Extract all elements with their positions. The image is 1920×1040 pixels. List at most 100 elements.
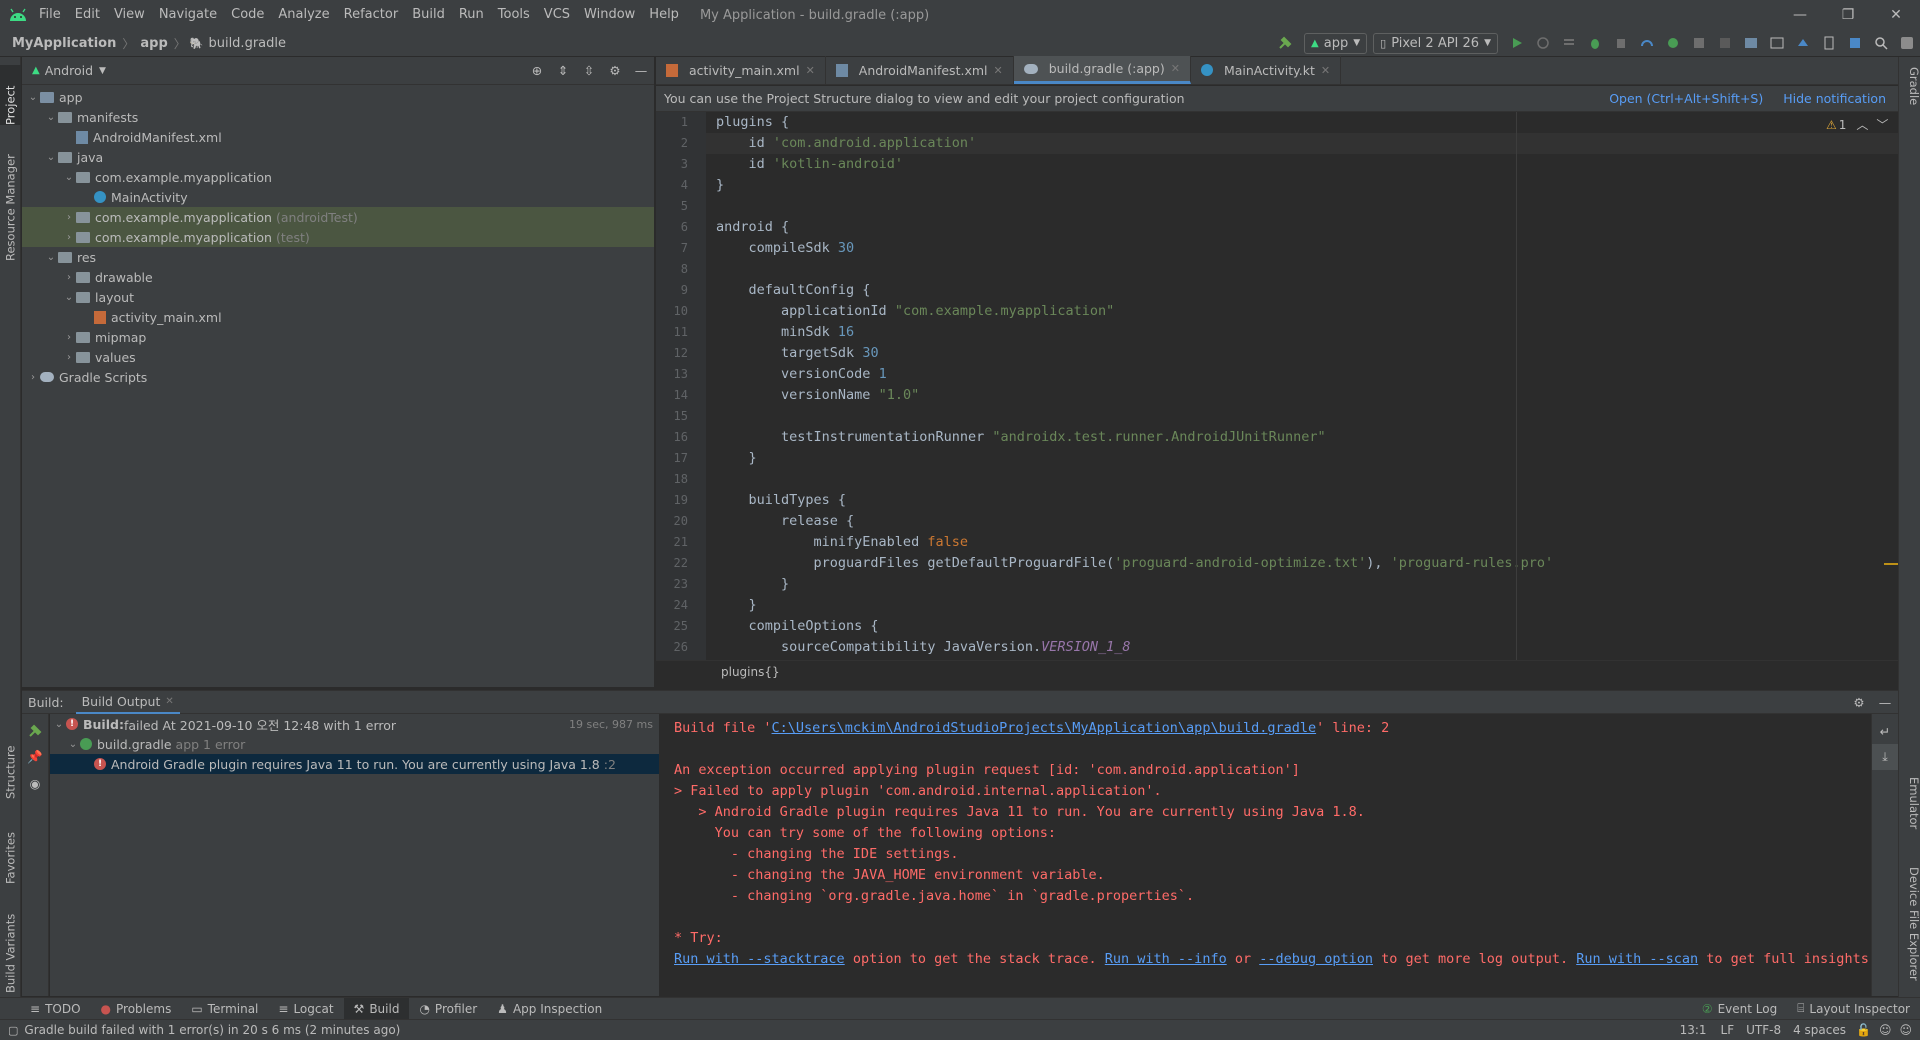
- feedback-face-icon[interactable]: ☺: [1899, 1023, 1912, 1037]
- menu-analyze[interactable]: Analyze: [271, 0, 336, 30]
- tool-tab-build-variants[interactable]: Build Variants: [0, 893, 21, 993]
- build-tree-item[interactable]: ! Android Gradle plugin requires Java 11 …: [50, 754, 659, 774]
- eye-icon[interactable]: ◉: [22, 770, 48, 796]
- apply-code-changes-icon[interactable]: [1556, 30, 1582, 56]
- editor-tab[interactable]: MainActivity.kt ✕: [1191, 56, 1342, 84]
- tool-tab-favorites[interactable]: Favorites: [0, 809, 21, 884]
- menu-help[interactable]: Help: [642, 0, 686, 30]
- tree-item[interactable]: activity_main.xml: [22, 307, 654, 327]
- chevron-down-icon[interactable]: ⌄: [62, 172, 76, 183]
- tree-item[interactable]: › com.example.myapplication (test): [22, 227, 654, 247]
- breadcrumb-module[interactable]: app: [138, 36, 169, 51]
- profile-icon[interactable]: [1634, 30, 1660, 56]
- output-link[interactable]: Run with --scan: [1576, 951, 1698, 967]
- menu-file[interactable]: File: [32, 0, 68, 30]
- tree-item[interactable]: MainActivity: [22, 187, 654, 207]
- search-icon[interactable]: [1868, 30, 1894, 56]
- hide-panel-icon[interactable]: —: [1872, 689, 1898, 715]
- inspection-widget[interactable]: ⚠ 1 ︿ ﹀: [1826, 116, 1888, 133]
- tool-tab-structure[interactable]: Structure: [0, 729, 21, 800]
- menu-code[interactable]: Code: [224, 0, 271, 30]
- editor-tab[interactable]: build.gradle (:app) ✕: [1013, 56, 1191, 84]
- tree-item[interactable]: ⌄ app: [22, 87, 654, 107]
- attach-process-icon[interactable]: [1686, 30, 1712, 56]
- hide-panel-icon[interactable]: —: [628, 58, 654, 84]
- chevron-down-icon[interactable]: ⌄: [66, 739, 80, 750]
- editor-tab[interactable]: activity_main.xml ✕: [656, 56, 826, 84]
- chevron-down-icon[interactable]: ⌄: [52, 719, 66, 730]
- tool-tab-project[interactable]: Project: [0, 65, 21, 125]
- account-icon[interactable]: [1894, 30, 1920, 56]
- indent-setting[interactable]: 4 spaces: [1793, 1023, 1846, 1037]
- debug-icon[interactable]: [1582, 30, 1608, 56]
- chevron-down-icon[interactable]: ﹀: [1876, 116, 1888, 133]
- pin-icon[interactable]: 📌: [22, 744, 48, 770]
- avd-manager-icon[interactable]: [1816, 30, 1842, 56]
- menu-navigate[interactable]: Navigate: [152, 0, 224, 30]
- tool-tab-resource-manager[interactable]: Resource Manager: [0, 141, 21, 261]
- tool-tab-device-file-explorer[interactable]: Device File Explorer: [1899, 867, 1920, 981]
- sync-gradle-icon[interactable]: [1790, 30, 1816, 56]
- tool-tab-emulator[interactable]: Emulator: [1899, 777, 1920, 829]
- gear-icon[interactable]: ⚙: [1846, 689, 1872, 715]
- chevron-up-icon[interactable]: ︿: [1856, 116, 1868, 133]
- tree-item[interactable]: › mipmap: [22, 327, 654, 347]
- close-icon[interactable]: ✕: [806, 64, 815, 77]
- bottom-tab-todo[interactable]: ≡ TODO: [20, 998, 91, 1020]
- editor-breadcrumb-label[interactable]: plugins{}: [721, 665, 780, 679]
- tool-tab-gradle[interactable]: Gradle: [1899, 67, 1920, 105]
- menu-refactor[interactable]: Refactor: [337, 0, 406, 30]
- chevron-right-icon[interactable]: ›: [62, 232, 76, 243]
- tree-item[interactable]: ⌄ res: [22, 247, 654, 267]
- maximize-button[interactable]: ❐: [1824, 0, 1872, 30]
- caret-position[interactable]: 13:1: [1680, 1023, 1707, 1037]
- inspector-face-icon[interactable]: ☺: [1879, 1023, 1892, 1037]
- run-configuration-select[interactable]: ▲ app ▼: [1304, 32, 1368, 54]
- tab-build-output[interactable]: Build Output ✕: [75, 690, 180, 714]
- hide-notification-link[interactable]: Hide notification: [1783, 91, 1886, 106]
- device-select[interactable]: ▯ Pixel 2 API 26 ▼: [1373, 32, 1498, 54]
- menu-build[interactable]: Build: [405, 0, 452, 30]
- tree-item[interactable]: AndroidManifest.xml: [22, 127, 654, 147]
- bottom-tab-app-inspection[interactable]: ♟ App Inspection: [487, 998, 612, 1020]
- bottom-tab-profiler[interactable]: ◔ Profiler: [409, 998, 487, 1020]
- project-structure-icon[interactable]: [1738, 30, 1764, 56]
- chevron-down-icon[interactable]: ⌄: [44, 252, 58, 263]
- chevron-down-icon[interactable]: ⌄: [62, 292, 76, 303]
- expand-all-icon[interactable]: ⇕: [550, 58, 576, 84]
- menu-view[interactable]: View: [107, 0, 152, 30]
- close-icon[interactable]: ✕: [1321, 64, 1330, 77]
- menu-window[interactable]: Window: [577, 0, 642, 30]
- close-icon[interactable]: ✕: [165, 696, 173, 707]
- tree-item[interactable]: ⌄ com.example.myapplication: [22, 167, 654, 187]
- chevron-right-icon[interactable]: ›: [62, 272, 76, 283]
- tree-item[interactable]: › Gradle Scripts: [22, 367, 654, 387]
- build-tree-item[interactable]: ⌄! Build: failed At 2021-09-10 오전 12:48 w…: [50, 714, 659, 734]
- scroll-to-end-icon[interactable]: ⤓: [1872, 744, 1898, 770]
- close-icon[interactable]: ✕: [1171, 62, 1180, 75]
- chevron-right-icon[interactable]: ›: [62, 212, 76, 223]
- tree-item[interactable]: › com.example.myapplication (androidTest): [22, 207, 654, 227]
- collapse-all-icon[interactable]: ⇳: [576, 58, 602, 84]
- menu-vcs[interactable]: VCS: [537, 0, 577, 30]
- warning-stripe-marker[interactable]: [1884, 563, 1898, 565]
- sdk-icon[interactable]: [1842, 30, 1868, 56]
- chevron-down-icon[interactable]: ⌄: [44, 112, 58, 123]
- open-project-structure-link[interactable]: Open (Ctrl+Alt+Shift+S): [1609, 91, 1763, 106]
- breadcrumb-file[interactable]: build.gradle: [206, 36, 288, 51]
- run-with-coverage-icon[interactable]: [1660, 30, 1686, 56]
- chevron-right-icon[interactable]: ›: [26, 372, 40, 383]
- apply-changes-icon[interactable]: [1530, 30, 1556, 56]
- tree-item[interactable]: ⌄ java: [22, 147, 654, 167]
- menu-tools[interactable]: Tools: [491, 0, 537, 30]
- output-link[interactable]: --debug option: [1259, 951, 1373, 967]
- stop-icon[interactable]: [1712, 30, 1738, 56]
- chevron-down-icon[interactable]: ⌄: [26, 92, 40, 103]
- build-output-console[interactable]: Build file 'C:\Users\mckim\AndroidStudio…: [661, 714, 1877, 996]
- bottom-tab-terminal[interactable]: ▭ Terminal: [181, 998, 268, 1020]
- code-editor[interactable]: plugins { id 'com.android.application' i…: [706, 112, 1898, 660]
- close-button[interactable]: ✕: [1872, 0, 1920, 30]
- bottom-tab-build[interactable]: ⚒ Build: [343, 997, 410, 1020]
- bottom-tab-logcat[interactable]: ≡ Logcat: [268, 998, 343, 1020]
- run-icon[interactable]: [1504, 30, 1530, 56]
